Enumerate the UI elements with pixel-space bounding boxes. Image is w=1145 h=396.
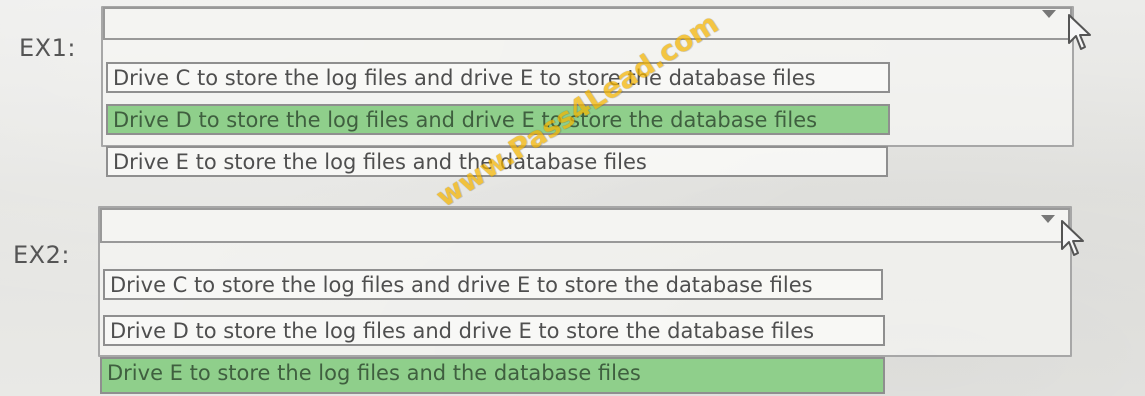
chevron-down-icon[interactable] <box>1041 215 1055 223</box>
ex1-dropdown-header[interactable] <box>103 7 1072 40</box>
mouse-pointer-icon <box>1060 219 1086 259</box>
ex2-dropdown-header[interactable] <box>100 208 1070 243</box>
mouse-pointer-icon <box>1067 13 1093 53</box>
ex1-option-drive-e[interactable]: Drive E to store the log files and the d… <box>106 146 888 177</box>
ex2-option-drive-e-selected[interactable]: Drive E to store the log files and the d… <box>100 357 885 394</box>
ex2-option-drive-c[interactable]: Drive C to store the log files and drive… <box>103 269 883 300</box>
ex1-label: EX1: <box>19 34 76 62</box>
ex1-option-drive-d-selected[interactable]: Drive D to store the log files and drive… <box>106 104 890 135</box>
ex1-option-drive-c[interactable]: Drive C to store the log files and drive… <box>106 62 890 93</box>
ex2-label: EX2: <box>13 241 70 269</box>
chevron-down-icon[interactable] <box>1042 10 1056 18</box>
ex2-option-drive-d[interactable]: Drive D to store the log files and drive… <box>103 315 885 346</box>
